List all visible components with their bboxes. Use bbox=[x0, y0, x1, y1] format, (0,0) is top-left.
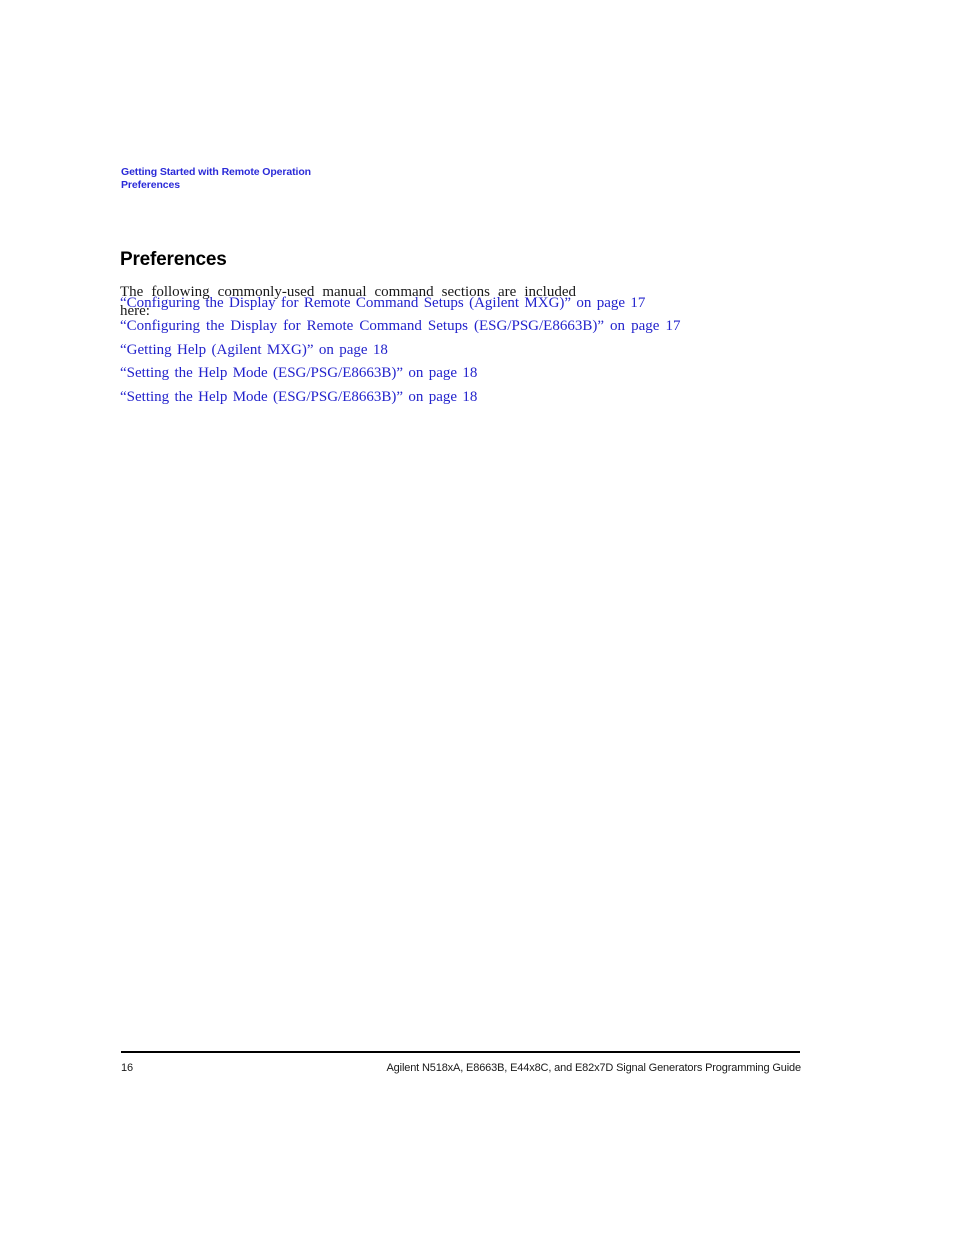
document-page: Getting Started with Remote Operation Pr… bbox=[0, 0, 954, 1235]
running-header-chapter: Getting Started with Remote Operation bbox=[121, 166, 311, 178]
cross-reference-list: “Configuring the Display for Remote Comm… bbox=[120, 292, 700, 409]
cross-reference-link[interactable]: “Configuring the Display for Remote Comm… bbox=[120, 315, 700, 338]
cross-reference-link[interactable]: “Setting the Help Mode (ESG/PSG/E8663B)”… bbox=[120, 362, 700, 385]
running-header: Getting Started with Remote Operation Pr… bbox=[121, 166, 721, 191]
page-title: Preferences bbox=[120, 248, 227, 270]
footer-guide-title: Agilent N518xA, E8663B, E44x8C, and E82x… bbox=[386, 1062, 802, 1074]
footer-page-number: 16 bbox=[121, 1062, 133, 1074]
cross-reference-link[interactable]: “Getting Help (Agilent MXG)” on page 18 bbox=[120, 339, 700, 362]
page-footer: 16 Agilent N518xA, E8663B, E44x8C, and E… bbox=[121, 1062, 802, 1078]
cross-reference-link[interactable]: “Setting the Help Mode (ESG/PSG/E8663B)”… bbox=[120, 386, 700, 409]
footer-divider bbox=[121, 1051, 800, 1053]
running-header-section: Preferences bbox=[121, 178, 181, 191]
cross-reference-link[interactable]: “Configuring the Display for Remote Comm… bbox=[120, 292, 700, 315]
